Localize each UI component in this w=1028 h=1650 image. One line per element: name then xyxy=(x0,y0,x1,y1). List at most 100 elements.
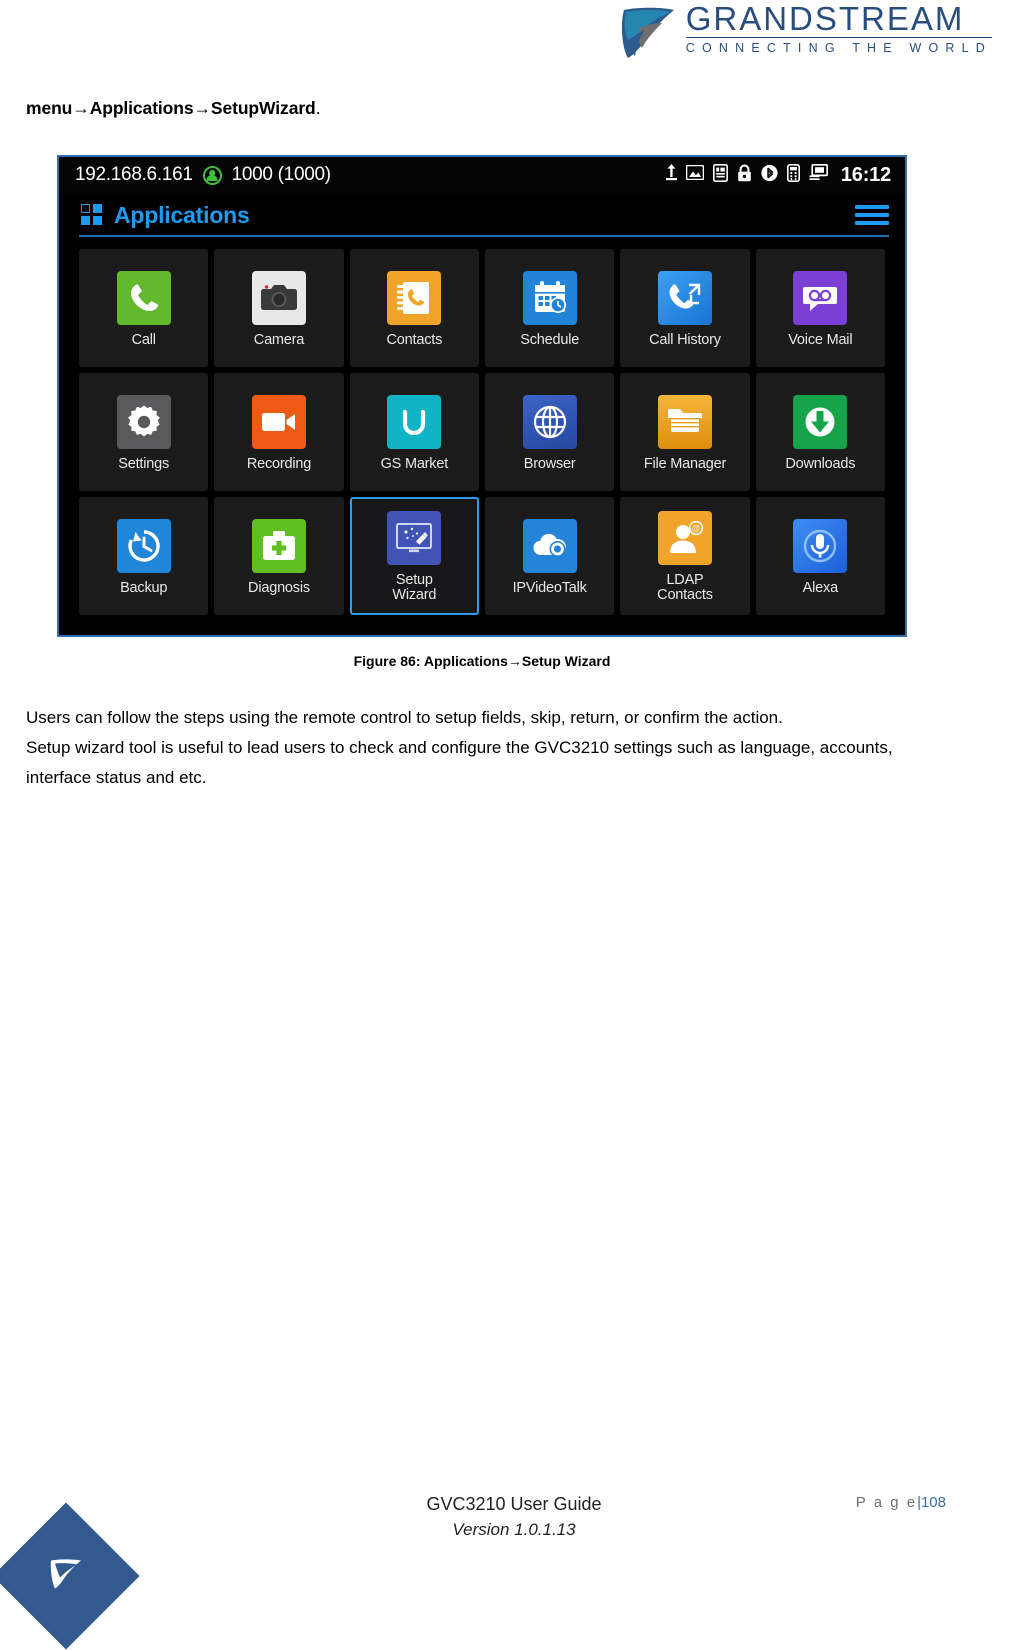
app-tile-setup-wizard[interactable]: Setup Wizard xyxy=(349,497,479,615)
app-tile-browser[interactable]: Browser xyxy=(484,373,615,491)
call-history-icon xyxy=(657,270,712,325)
arrow-icon-3: → xyxy=(507,653,522,669)
app-label: Schedule xyxy=(520,331,580,348)
brand-name: GRANDSTREAM xyxy=(685,0,965,37)
contacts-icon xyxy=(387,270,442,325)
app-tile-backup[interactable]: Backup xyxy=(79,497,209,615)
grandstream-swoosh-icon xyxy=(49,1558,83,1595)
app-tile-contacts[interactable]: Contacts xyxy=(349,249,479,367)
intro-part-setupwizard: SetupWizard xyxy=(210,98,316,118)
page-label: P a g e xyxy=(855,1494,918,1511)
status-bar-icons: 16:12 xyxy=(665,163,891,187)
upload-icon xyxy=(665,164,677,186)
device-screen: 192.168.6.161 1000 (1000) 16:12 Applicat… xyxy=(57,155,907,637)
app-label: Camera xyxy=(253,331,305,348)
figure-caption-suffix: Setup Wizard xyxy=(521,653,611,669)
app-label: Settings xyxy=(118,455,170,472)
figure-caption: Figure 86: Applications→Setup Wizard xyxy=(57,653,907,669)
title-underline xyxy=(79,235,889,237)
camera-icon xyxy=(251,270,306,325)
app-label: GS Market xyxy=(380,455,449,472)
page-title: Applications xyxy=(114,201,250,228)
screenshot-icon xyxy=(685,164,705,185)
page-footer: GVC3210 User Guide Version 1.0.1.13 P a … xyxy=(0,1460,1028,1650)
app-label: Contacts xyxy=(386,331,443,348)
app-label: Browser xyxy=(523,455,576,472)
lock-icon xyxy=(737,164,752,187)
app-tile-diagnosis[interactable]: Diagnosis xyxy=(214,497,344,615)
paragraph-1: Users can follow the steps using the rem… xyxy=(26,708,783,727)
app-label: IPVideoTalk xyxy=(512,579,587,596)
brand-tagline: CONNECTING THE WORLD xyxy=(685,37,992,56)
app-label: Call xyxy=(131,331,156,348)
hamburger-menu-icon[interactable] xyxy=(855,205,889,225)
downloads-icon xyxy=(793,394,848,449)
intro-part-applications: Applications xyxy=(89,98,194,118)
app-tile-settings[interactable]: Settings xyxy=(79,373,209,491)
app-title-bar: Applications xyxy=(59,193,905,237)
ip-address-label: 192.168.6.161 xyxy=(75,164,193,185)
app-label: Setup Wizard xyxy=(392,572,437,603)
recording-icon xyxy=(251,394,306,449)
applications-grid-icon xyxy=(81,204,103,226)
setup-wizard-icon xyxy=(387,511,442,565)
footer-page-number: P a g e|108 xyxy=(856,1494,946,1511)
call-icon xyxy=(116,270,171,325)
app-label: Voice Mail xyxy=(788,331,853,348)
ipvideotalk-icon xyxy=(522,518,577,573)
app-tile-schedule[interactable]: Schedule xyxy=(484,249,615,367)
app-label: Recording xyxy=(246,455,312,472)
schedule-icon xyxy=(522,270,577,325)
page-header: GRANDSTREAM CONNECTING THE WORLD xyxy=(0,0,1028,70)
app-tile-ipvideotalk[interactable]: IPVideoTalk xyxy=(484,497,615,615)
grandstream-logo-mark xyxy=(618,4,676,65)
svg-text:@: @ xyxy=(692,523,701,533)
sd-card-icon xyxy=(712,163,728,187)
backup-icon xyxy=(116,518,171,573)
app-label: Alexa xyxy=(802,579,838,596)
intro-period: . xyxy=(315,98,321,118)
app-label: LDAP Contacts xyxy=(657,572,713,603)
app-tile-downloads[interactable]: Downloads xyxy=(755,373,885,491)
arrow-icon-2: → xyxy=(193,98,212,118)
app-label: Call History xyxy=(649,331,721,348)
footer-version: Version 1.0.1.13 xyxy=(452,1520,576,1539)
intro-part-menu: menu xyxy=(26,98,73,118)
hdmi-display-icon xyxy=(809,163,828,186)
app-tile-alexa[interactable]: Alexa xyxy=(755,497,885,615)
account-label: 1000 (1000) xyxy=(231,164,331,185)
intro-breadcrumb: menu→Applications→SetupWizard. xyxy=(26,98,1028,119)
app-tile-recording[interactable]: Recording xyxy=(214,373,344,491)
app-tile-file-manager[interactable]: File Manager xyxy=(620,373,750,491)
app-tile-call-history[interactable]: Call History xyxy=(620,249,750,367)
settings-icon xyxy=(116,394,171,449)
app-tile-ldap-contacts[interactable]: @ LDAP Contacts xyxy=(620,497,750,615)
app-tile-gs-market[interactable]: GS Market xyxy=(349,373,479,491)
app-label: Backup xyxy=(120,579,168,596)
grandstream-logo: GRANDSTREAM CONNECTING THE WORLD xyxy=(618,2,992,65)
app-label: File Manager xyxy=(643,455,727,472)
alexa-icon xyxy=(793,518,848,573)
status-time: 16:12 xyxy=(840,163,891,186)
bluetooth-icon xyxy=(761,164,778,187)
figure-86: 192.168.6.161 1000 (1000) 16:12 Applicat… xyxy=(57,155,907,669)
status-bar-left: 192.168.6.161 1000 (1000) xyxy=(75,164,331,186)
app-label: Downloads xyxy=(785,455,856,472)
page-number-value: |108 xyxy=(917,1494,946,1511)
app-tile-camera[interactable]: Camera xyxy=(214,249,344,367)
app-label: Diagnosis xyxy=(248,579,310,596)
app-tile-voice-mail[interactable]: Voice Mail xyxy=(755,249,885,367)
remote-control-icon xyxy=(786,163,800,187)
status-bar: 192.168.6.161 1000 (1000) 16:12 xyxy=(59,157,905,193)
gs-market-icon xyxy=(387,394,442,449)
grandstream-logo-text: GRANDSTREAM CONNECTING THE WORLD xyxy=(685,0,992,56)
diagnosis-icon xyxy=(251,518,306,573)
account-icon xyxy=(202,165,222,185)
app-tile-call[interactable]: Call xyxy=(79,249,209,367)
ldap-contacts-icon: @ xyxy=(657,511,712,565)
paragraph-2: Setup wizard tool is useful to lead user… xyxy=(26,738,893,787)
applications-grid: Call Camera Contacts Schedule Call Histo… xyxy=(59,237,905,625)
arrow-icon-1: → xyxy=(72,98,90,118)
figure-caption-prefix: Figure 86: Applications xyxy=(353,653,508,669)
voice-mail-icon xyxy=(793,270,848,325)
